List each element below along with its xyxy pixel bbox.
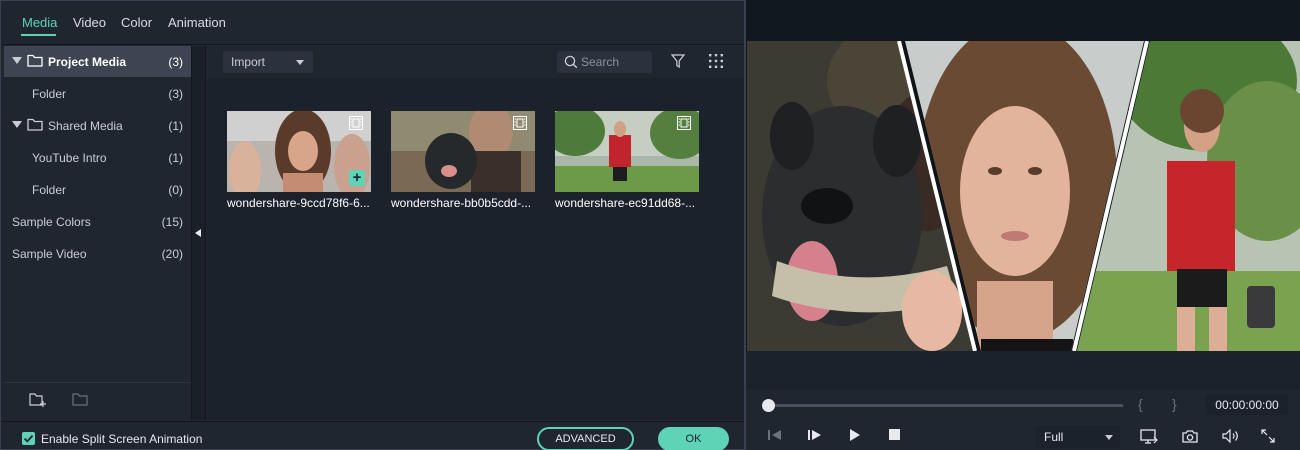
- sidebar-item-sample-video[interactable]: Sample Video (20): [4, 238, 191, 269]
- checkmark-icon: [23, 434, 34, 443]
- sidebar-item-sample-colors[interactable]: Sample Colors (15): [4, 206, 191, 237]
- import-dropdown[interactable]: Import: [223, 51, 313, 73]
- item-count: (1): [168, 119, 183, 133]
- step-forward-icon[interactable]: [808, 429, 822, 441]
- sidebar-item-youtube-intro[interactable]: YouTube Intro (1): [4, 142, 191, 173]
- panel-splitter[interactable]: [191, 46, 206, 420]
- film-icon: [513, 116, 527, 130]
- item-count: (1): [168, 151, 183, 165]
- search-box[interactable]: [557, 51, 652, 73]
- sidebar-divider: [4, 382, 191, 383]
- sidebar-item-folder-2[interactable]: Folder (0): [4, 174, 191, 205]
- display-settings-icon[interactable]: [1140, 429, 1158, 444]
- tab-video[interactable]: Video: [73, 15, 106, 30]
- sidebar-item-shared-media[interactable]: Shared Media (1): [4, 110, 191, 141]
- sidebar-item-project-media[interactable]: Project Media (3): [4, 46, 191, 77]
- preview-panel: { } 00:00:00:00 Full: [745, 0, 1300, 450]
- item-count: (15): [161, 215, 183, 229]
- folder-icon: [27, 118, 43, 131]
- play-icon[interactable]: [849, 429, 861, 441]
- active-tab-indicator: [21, 34, 56, 36]
- zoom-label: Full: [1044, 430, 1064, 444]
- media-library: Import Search + wondershare-9ccd78f6-6..…: [207, 46, 744, 420]
- item-count: (0): [168, 183, 183, 197]
- media-thumbnail[interactable]: [391, 111, 535, 192]
- sidebar-item-label: Folder: [32, 87, 67, 101]
- split-animation-checkbox[interactable]: [22, 432, 35, 445]
- sidebar-item-label: Project Media: [48, 55, 127, 69]
- sidebar-item-label: Shared Media: [48, 119, 123, 133]
- fullscreen-icon[interactable]: [1261, 429, 1275, 443]
- editor-bottom-bar: Enable Split Screen Animation ADVANCED O…: [1, 421, 744, 450]
- mark-out-button[interactable]: }: [1172, 396, 1177, 412]
- mark-in-button[interactable]: {: [1138, 396, 1143, 412]
- search-input[interactable]: [581, 53, 647, 71]
- playback-controls: { } 00:00:00:00 Full: [746, 389, 1300, 450]
- chevron-down-icon: [296, 60, 304, 65]
- chevron-down-icon: [1105, 435, 1113, 440]
- tab-color[interactable]: Color: [121, 15, 152, 30]
- filter-icon[interactable]: [671, 54, 685, 69]
- film-icon: [349, 116, 363, 130]
- tab-animation[interactable]: Animation: [168, 15, 226, 30]
- item-count: (3): [168, 87, 183, 101]
- tab-bar: Media Video Color Animation: [1, 1, 744, 45]
- media-item-name: wondershare-bb0b5cdd-...: [391, 196, 532, 210]
- ok-button[interactable]: OK: [658, 427, 729, 450]
- split-screen-preview-image: [747, 41, 1300, 351]
- expand-caret-icon[interactable]: [12, 57, 22, 64]
- preview-header: [746, 0, 1300, 41]
- search-icon: [564, 55, 578, 69]
- sidebar-item-folder[interactable]: Folder (3): [4, 78, 191, 109]
- sidebar-item-label: Sample Colors: [12, 215, 91, 229]
- advanced-button[interactable]: ADVANCED: [537, 427, 634, 450]
- media-thumbnail[interactable]: +: [227, 111, 371, 192]
- volume-icon[interactable]: [1222, 429, 1239, 443]
- expand-caret-icon[interactable]: [12, 121, 22, 128]
- media-item-name: wondershare-9ccd78f6-6...: [227, 196, 370, 210]
- media-thumbnail[interactable]: [555, 111, 699, 192]
- new-folder-icon[interactable]: [29, 392, 47, 408]
- playhead-knob[interactable]: [762, 399, 775, 412]
- split-screen-editor: Media Video Color Animation Project Medi…: [0, 0, 745, 450]
- collapse-arrow-icon[interactable]: [195, 229, 201, 237]
- item-count: (20): [161, 247, 183, 261]
- preview-spacer: [746, 351, 1300, 389]
- step-back-icon[interactable]: [768, 429, 782, 441]
- zoom-dropdown[interactable]: Full: [1036, 426, 1120, 448]
- folder-icon: [27, 54, 43, 67]
- sidebar-item-label: Folder: [32, 183, 67, 197]
- delete-folder-icon[interactable]: [72, 392, 90, 408]
- tab-media[interactable]: Media: [22, 15, 57, 30]
- add-to-split-icon[interactable]: +: [349, 170, 365, 186]
- split-animation-label: Enable Split Screen Animation: [41, 432, 203, 446]
- snapshot-camera-icon[interactable]: [1182, 429, 1198, 443]
- item-count: (3): [168, 55, 183, 69]
- progress-track[interactable]: [768, 404, 1123, 407]
- media-sidebar: Project Media (3) Folder (3) Shared Medi…: [4, 46, 191, 420]
- stop-icon[interactable]: [889, 429, 900, 440]
- split-screen-preview: [747, 41, 1300, 351]
- import-label: Import: [231, 55, 266, 69]
- sidebar-item-label: YouTube Intro: [32, 151, 107, 165]
- film-icon: [677, 116, 691, 130]
- media-item-name: wondershare-ec91dd68-...: [555, 196, 696, 210]
- timecode: 00:00:00:00: [1206, 395, 1288, 415]
- sidebar-item-label: Sample Video: [12, 247, 87, 261]
- grid-view-icon[interactable]: [709, 54, 723, 68]
- media-toolbar: Import: [207, 46, 744, 78]
